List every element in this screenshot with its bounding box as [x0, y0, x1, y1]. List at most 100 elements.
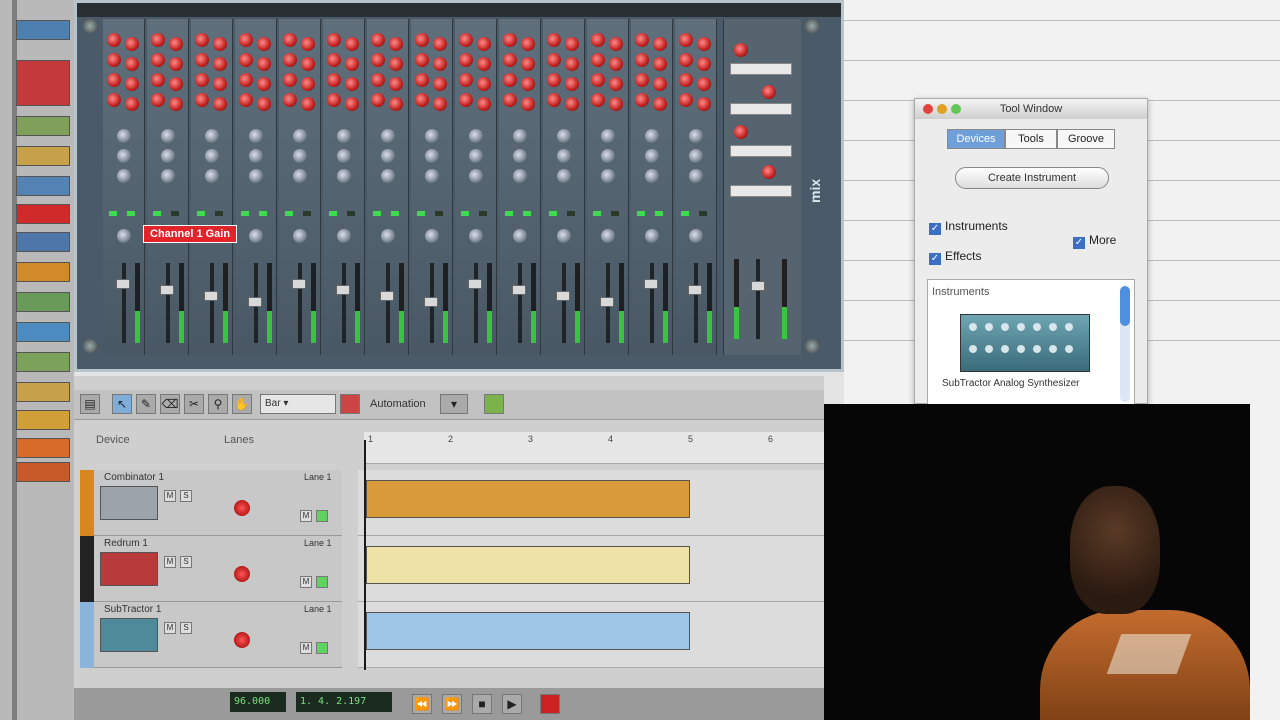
track-header[interactable]: Combinator 1 M S Lane 1M	[80, 470, 342, 536]
aux-send-knob[interactable]	[239, 73, 253, 87]
channel-fader[interactable]	[336, 285, 350, 295]
eq-knob[interactable]	[293, 169, 307, 183]
eq-knob[interactable]	[249, 149, 263, 163]
aux-send-knob[interactable]	[477, 37, 491, 51]
aux-send-knob[interactable]	[653, 37, 667, 51]
aux-send-knob[interactable]	[477, 77, 491, 91]
solo-led[interactable]	[699, 211, 707, 216]
aux-send-knob[interactable]	[257, 57, 271, 71]
snap-toggle-button[interactable]	[340, 394, 360, 414]
aux-send-knob[interactable]	[345, 57, 359, 71]
aux-send-knob[interactable]	[653, 77, 667, 91]
mute-led[interactable]	[637, 211, 645, 216]
aux-send-knob[interactable]	[389, 97, 403, 111]
aux-send-knob[interactable]	[679, 33, 693, 47]
aux-send-knob[interactable]	[169, 97, 183, 111]
solo-led[interactable]	[435, 211, 443, 216]
aux-send-knob[interactable]	[125, 77, 139, 91]
aux-send-knob[interactable]	[547, 33, 561, 47]
mute-button[interactable]: M	[164, 556, 176, 568]
eq-knob[interactable]	[557, 169, 571, 183]
magnify-tool[interactable]: ⚲	[208, 394, 228, 414]
channel-fader[interactable]	[380, 291, 394, 301]
aux-send-knob[interactable]	[257, 37, 271, 51]
track-name[interactable]: Redrum 1	[104, 538, 148, 549]
eq-knob[interactable]	[513, 149, 527, 163]
solo-led[interactable]	[567, 211, 575, 216]
eq-knob[interactable]	[601, 169, 615, 183]
mute-led[interactable]	[505, 211, 513, 216]
solo-led[interactable]	[479, 211, 487, 216]
aux-send-knob[interactable]	[565, 77, 579, 91]
tab-devices[interactable]: Devices	[947, 129, 1005, 149]
eq-knob[interactable]	[117, 149, 131, 163]
aux-send-knob[interactable]	[415, 73, 429, 87]
aux-send-knob[interactable]	[195, 33, 209, 47]
tempo-display[interactable]: 96.000	[230, 692, 286, 712]
eq-knob[interactable]	[117, 129, 131, 143]
aux-send-knob[interactable]	[371, 73, 385, 87]
sequencer-track[interactable]: Redrum 1 M S Lane 1M	[74, 536, 824, 602]
rack-device-thumb[interactable]	[16, 292, 70, 312]
tab-groove[interactable]: Groove	[1057, 129, 1115, 149]
aux-send-knob[interactable]	[635, 93, 649, 107]
channel-fader[interactable]	[688, 285, 702, 295]
aux-send-knob[interactable]	[459, 73, 473, 87]
stop-button[interactable]: ■	[472, 694, 492, 714]
aux-send-knob[interactable]	[283, 73, 297, 87]
eq-knob[interactable]	[557, 129, 571, 143]
aux-send-knob[interactable]	[213, 77, 227, 91]
rack-device-thumb[interactable]	[16, 232, 70, 252]
aux-send-knob[interactable]	[301, 57, 315, 71]
aux-send-knob[interactable]	[169, 37, 183, 51]
eq-knob[interactable]	[469, 169, 483, 183]
aux-send-knob[interactable]	[389, 57, 403, 71]
aux-send-knob[interactable]	[697, 37, 711, 51]
aux-send-knob[interactable]	[609, 57, 623, 71]
aux-send-knob[interactable]	[327, 73, 341, 87]
mute-led[interactable]	[417, 211, 425, 216]
play-button[interactable]: ▶	[502, 694, 522, 714]
master-knob[interactable]	[734, 43, 748, 57]
eq-knob[interactable]	[469, 129, 483, 143]
aux-send-knob[interactable]	[433, 97, 447, 111]
solo-led[interactable]	[655, 211, 663, 216]
mute-led[interactable]	[285, 211, 293, 216]
channel-fader[interactable]	[600, 297, 614, 307]
rack-device-thumb[interactable]	[16, 20, 70, 40]
aux-send-knob[interactable]	[565, 97, 579, 111]
solo-led[interactable]	[523, 211, 531, 216]
aux-send-knob[interactable]	[283, 93, 297, 107]
aux-send-knob[interactable]	[565, 57, 579, 71]
rack-device-thumb[interactable]	[16, 146, 70, 166]
note-clip[interactable]	[366, 546, 690, 584]
aux-send-knob[interactable]	[653, 57, 667, 71]
eq-knob[interactable]	[381, 149, 395, 163]
aux-send-knob[interactable]	[239, 33, 253, 47]
aux-send-knob[interactable]	[653, 97, 667, 111]
tab-tools[interactable]: Tools	[1005, 129, 1057, 149]
subtractor-thumbnail[interactable]	[960, 314, 1090, 372]
aux-send-knob[interactable]	[371, 33, 385, 47]
eq-knob[interactable]	[161, 149, 175, 163]
aux-send-knob[interactable]	[635, 33, 649, 47]
pan-knob[interactable]	[293, 229, 307, 243]
channel-fader[interactable]	[512, 285, 526, 295]
aux-send-knob[interactable]	[195, 73, 209, 87]
eq-knob[interactable]	[205, 129, 219, 143]
pencil-tool[interactable]: ✎	[136, 394, 156, 414]
master-knob[interactable]	[762, 85, 776, 99]
aux-send-knob[interactable]	[213, 97, 227, 111]
pan-knob[interactable]	[689, 229, 703, 243]
solo-button[interactable]: S	[180, 622, 192, 634]
aux-send-knob[interactable]	[107, 33, 121, 47]
pan-knob[interactable]	[645, 229, 659, 243]
eq-knob[interactable]	[601, 149, 615, 163]
aux-send-knob[interactable]	[257, 77, 271, 91]
sequencer-track[interactable]: Combinator 1 M S Lane 1M	[74, 470, 824, 536]
razor-tool[interactable]: ✂	[184, 394, 204, 414]
instruments-checkbox[interactable]: ✓ Instruments	[929, 219, 1008, 235]
track-header[interactable]: SubTractor 1 M S Lane 1M	[80, 602, 342, 668]
aux-send-knob[interactable]	[609, 97, 623, 111]
lane-mute-button[interactable]: M	[300, 576, 312, 588]
